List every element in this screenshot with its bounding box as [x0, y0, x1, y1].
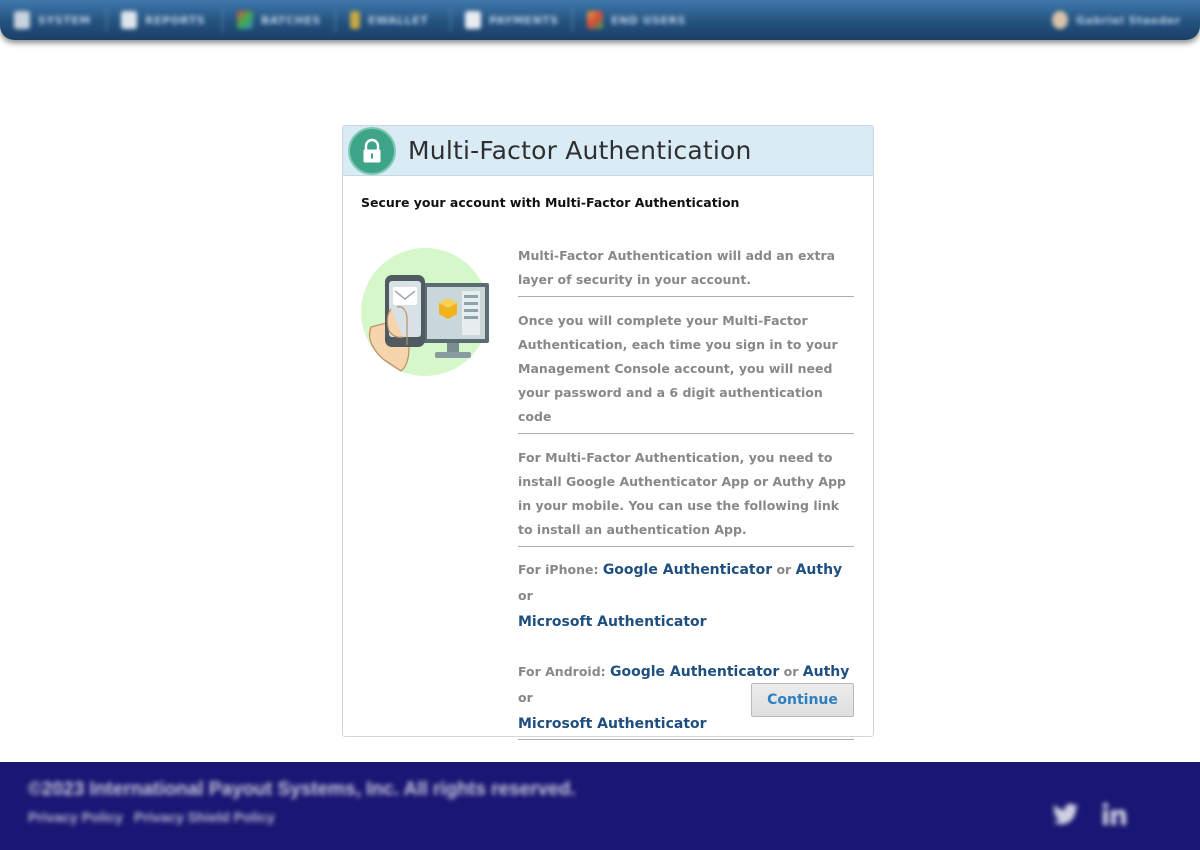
nav-item-system[interactable]: SYSTEM	[14, 9, 91, 31]
mfa-card-header: Multi-Factor Authentication	[343, 126, 873, 176]
nav-item-ewallet[interactable]: EWALLET	[350, 9, 428, 31]
nav-divider	[450, 8, 451, 32]
user-avatar-icon	[1052, 11, 1068, 29]
info-paragraph: Once you will complete your Multi-Factor…	[518, 309, 854, 434]
iphone-google-authenticator-link[interactable]: Google Authenticator	[603, 562, 772, 578]
android-google-authenticator-link[interactable]: Google Authenticator	[610, 664, 779, 680]
user-menu[interactable]: Gabriel Staeder	[1052, 9, 1181, 31]
or-text: or	[518, 690, 533, 705]
privacy-policy-link[interactable]: Privacy Policy	[28, 809, 123, 825]
info-paragraph: Multi-Factor Authentication will add an …	[518, 244, 854, 297]
iphone-label: For iPhone:	[518, 562, 599, 577]
android-microsoft-authenticator-link[interactable]: Microsoft Authenticator	[518, 716, 707, 732]
system-icon	[14, 11, 30, 29]
android-label: For Android:	[518, 664, 606, 679]
nav-divider	[222, 8, 223, 32]
continue-button[interactable]: Continue	[751, 683, 854, 717]
iphone-microsoft-authenticator-link[interactable]: Microsoft Authenticator	[518, 614, 707, 630]
payments-icon	[465, 11, 481, 29]
iphone-links: For iPhone: Google Authenticator or Auth…	[518, 547, 854, 635]
nav-divider	[335, 8, 336, 32]
footer: ©2023 International Payout Systems, Inc.…	[0, 762, 1200, 850]
mfa-info: Multi-Factor Authentication will add an …	[518, 244, 854, 740]
end-users-icon	[587, 11, 603, 29]
nav-item-payments[interactable]: PAYMENTS	[465, 9, 559, 31]
or-text: or	[518, 588, 533, 603]
linkedin-icon[interactable]	[1100, 800, 1128, 828]
batches-icon	[237, 11, 253, 29]
nav-divider	[572, 8, 573, 32]
authenticator-illustration	[361, 247, 493, 379]
top-navigation-bar: SYSTEM REPORTS BATCHES EWALLET PAYMENTS …	[0, 0, 1200, 40]
lock-icon	[348, 127, 396, 175]
reports-icon	[121, 11, 137, 29]
ewallet-icon	[350, 11, 360, 29]
nav-divider	[106, 8, 107, 32]
iphone-authy-link[interactable]: Authy	[796, 562, 843, 578]
twitter-icon[interactable]	[1052, 800, 1080, 828]
mfa-card: Multi-Factor Authentication Secure your …	[342, 125, 874, 740]
privacy-shield-policy-link[interactable]: Privacy Shield Policy	[134, 809, 275, 825]
copyright-text: ©2023 International Payout Systems, Inc.…	[28, 779, 576, 800]
or-text: or	[783, 664, 799, 679]
info-paragraph: For Multi-Factor Authentication, you nee…	[518, 446, 854, 547]
nav-item-end-users[interactable]: END USERS	[587, 9, 686, 31]
nav-item-reports[interactable]: REPORTS	[121, 9, 205, 31]
page-title: Multi-Factor Authentication	[408, 136, 752, 165]
or-text: or	[776, 562, 792, 577]
android-authy-link[interactable]: Authy	[803, 664, 850, 680]
mfa-subtitle: Secure your account with Multi-Factor Au…	[361, 195, 740, 210]
nav-item-batches[interactable]: BATCHES	[237, 9, 321, 31]
